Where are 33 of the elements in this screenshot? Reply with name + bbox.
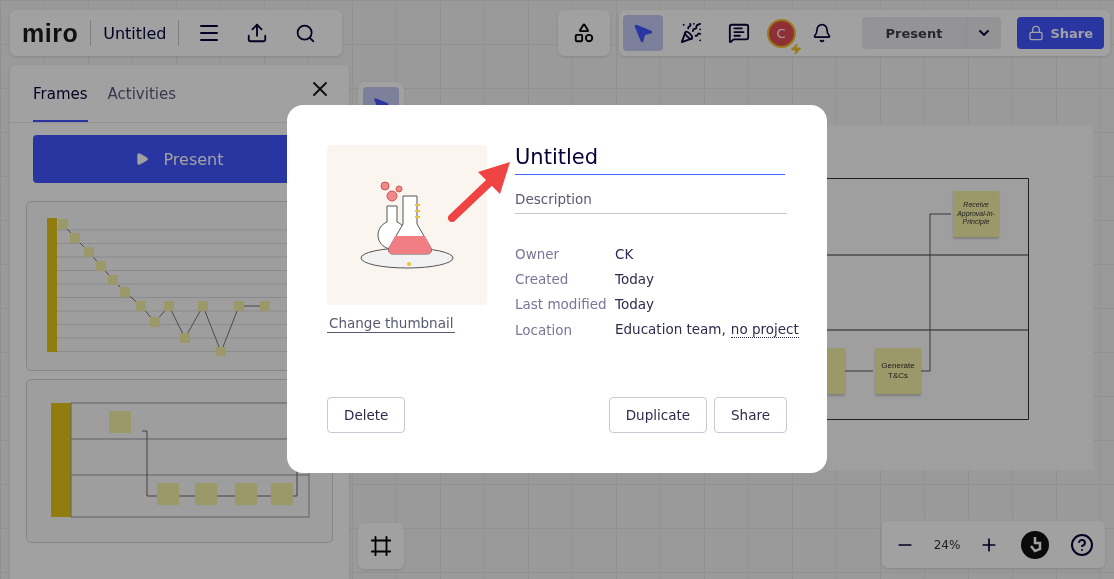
comment-icon: [727, 22, 750, 44]
dialog-button[interactable]: Duplicate: [608, 397, 708, 433]
party-popper-icon: [679, 22, 702, 44]
logo: miro: [22, 18, 79, 48]
dialog-button[interactable]: Delete: [327, 397, 406, 433]
sticky-note: [827, 348, 845, 394]
detail-value: Today: [615, 271, 656, 287]
detail-value: Today: [615, 296, 656, 312]
title-field[interactable]: Untitled: [515, 145, 785, 175]
panel-tab[interactable]: Activities: [107, 65, 176, 122]
panel-tab[interactable]: Frames: [33, 65, 88, 122]
change-thumbnail-link[interactable]: Change thumbnail: [327, 315, 456, 333]
lock-icon: [1028, 25, 1045, 41]
project-link[interactable]: no project: [730, 321, 799, 338]
lightning-icon: [789, 42, 802, 55]
shapes-icon: [572, 22, 595, 44]
detail-value: CK: [615, 246, 635, 262]
detail-label: Owner: [515, 246, 561, 262]
frame-thumbnail[interactable]: [26, 379, 333, 543]
zoom-level: 24%: [933, 537, 961, 552]
description-field[interactable]: Description: [515, 191, 787, 214]
play-icon: [135, 152, 150, 166]
detail-label: Location: [515, 321, 574, 338]
dialog-button[interactable]: Share: [714, 397, 787, 433]
sticky-note: Generate T&Cs: [875, 348, 921, 394]
tool-button[interactable]: [622, 15, 663, 51]
shapes-button[interactable]: [557, 10, 610, 56]
board-title[interactable]: Untitled: [103, 23, 167, 43]
frame-tool-icon[interactable]: [358, 523, 404, 569]
detail-label: Last modified: [515, 296, 608, 312]
detail-value: Education team,: [615, 321, 726, 338]
detail-label: Created: [515, 271, 570, 287]
share-button[interactable]: Share: [1017, 17, 1104, 49]
